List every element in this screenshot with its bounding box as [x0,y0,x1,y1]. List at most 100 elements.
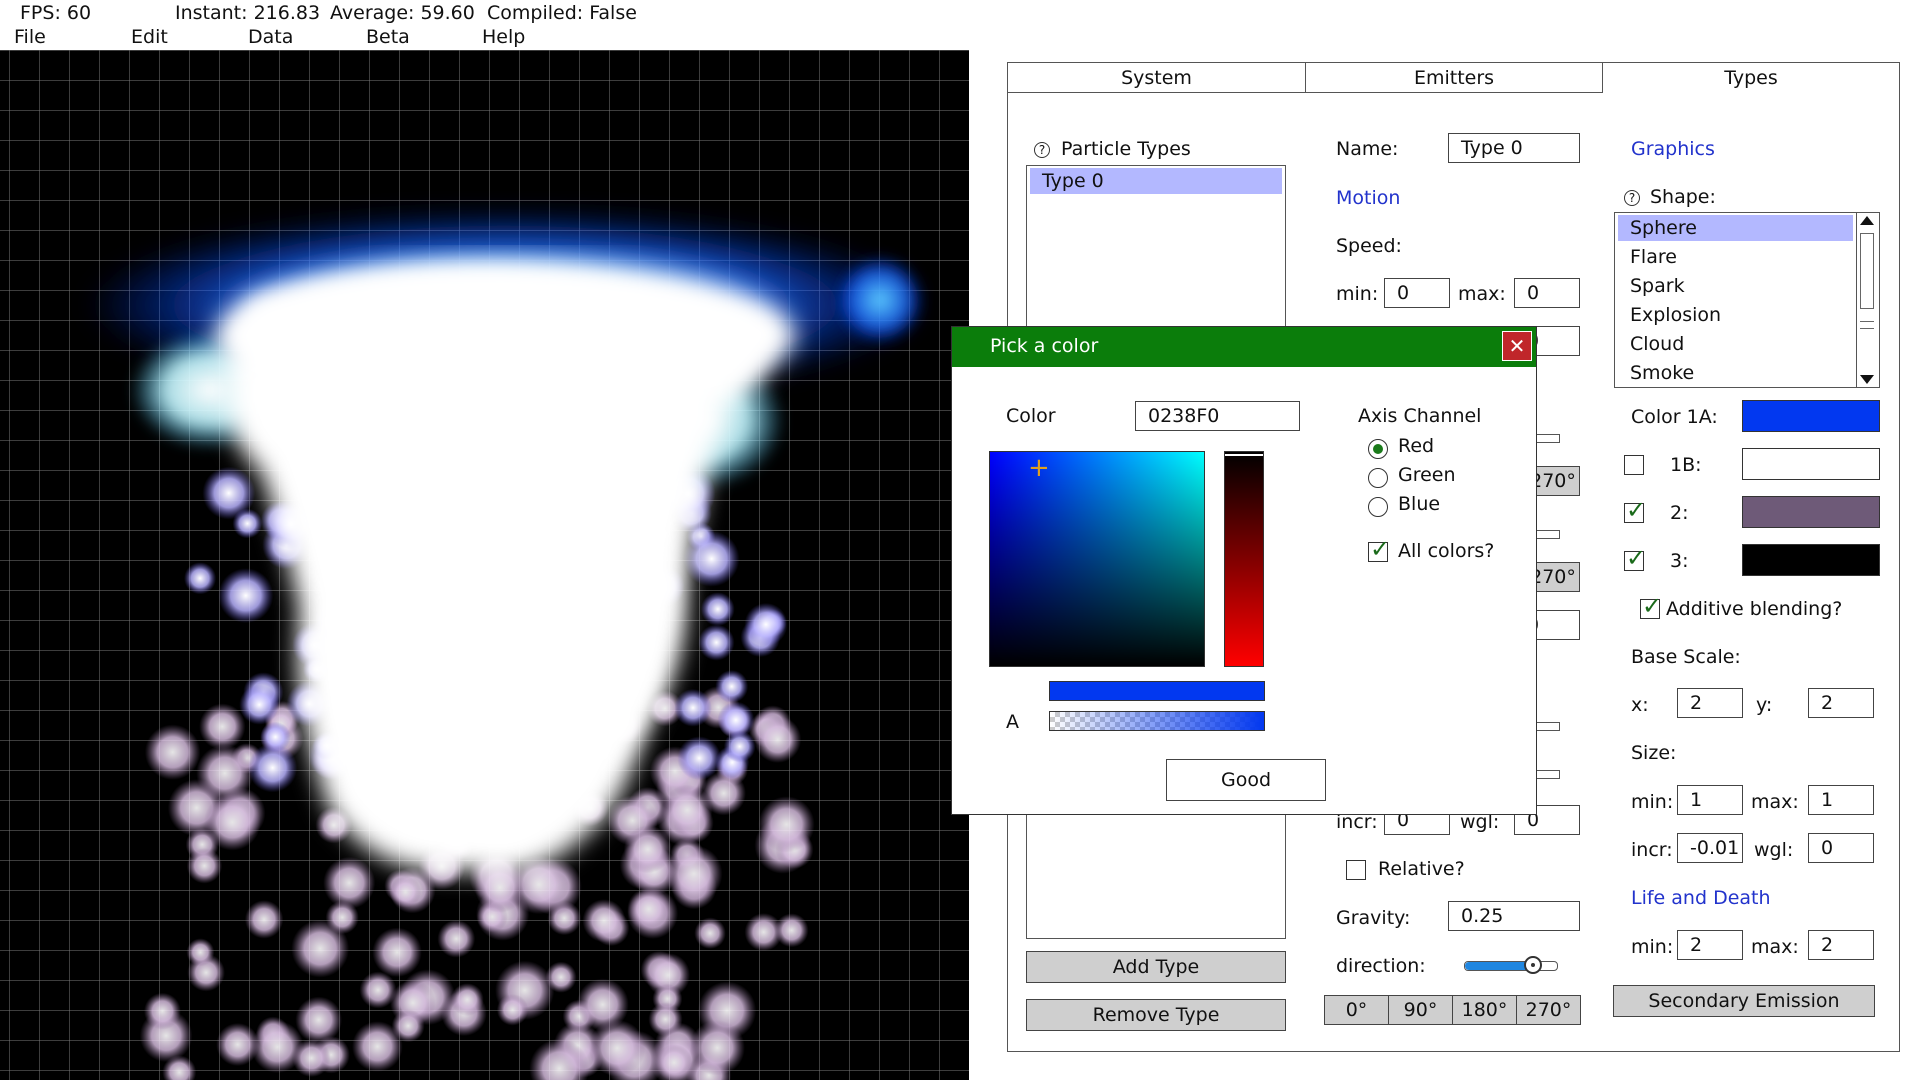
particle-dot [325,900,359,935]
name-field[interactable]: Type 0 [1448,133,1580,163]
list-item[interactable]: Explosion [1618,302,1853,328]
particle-dot [623,825,672,874]
direction-90-button[interactable]: 90° [1388,995,1453,1025]
color-3-label: 3: [1670,550,1689,572]
menu-help[interactable]: Help [482,26,525,48]
tab-types[interactable]: Types [1603,63,1899,93]
blue-radio[interactable] [1368,497,1388,517]
particle-dot [700,592,735,626]
additive-blending-checkbox[interactable]: ✓ [1640,592,1662,620]
color-3-swatch[interactable] [1742,544,1880,576]
particle-dot [203,793,261,851]
crosshair-icon: + [1028,453,1050,483]
particle-dot [186,938,215,967]
size-wgl-field[interactable]: 0 [1808,833,1874,863]
particle-dot [437,919,476,958]
life-min-field[interactable]: 2 [1677,930,1743,960]
size-max-field[interactable]: 1 [1808,785,1874,815]
scroll-grip-icon [1860,321,1874,329]
color-1b-checkbox[interactable] [1624,455,1644,475]
size-incr-field[interactable]: -0.01 [1677,833,1743,863]
scroll-thumb[interactable] [1860,233,1874,309]
scroll-up-icon[interactable] [1860,216,1874,225]
particle-dot [758,796,815,853]
list-item[interactable]: Sphere [1618,215,1853,241]
list-item[interactable]: Flare [1618,244,1853,270]
color-2-swatch[interactable] [1742,496,1880,528]
average-readout: Average: 59.60 [330,2,475,24]
add-type-button[interactable]: Add Type [1026,951,1286,983]
list-item[interactable]: Type 0 [1030,168,1282,194]
particle-dot [723,730,756,763]
relative-checkbox[interactable] [1346,860,1366,880]
list-item[interactable]: Spark [1618,273,1853,299]
particle-dot [662,784,713,836]
secondary-emission-button[interactable]: Secondary Emission [1613,985,1875,1017]
direction-180-button[interactable]: 180° [1452,995,1517,1025]
scale-y-label: y: [1756,694,1773,716]
particle-viewport[interactable] [0,50,969,1080]
particle-dot [372,927,422,978]
size-min-field[interactable]: 1 [1677,785,1743,815]
shape-label: Shape: [1650,186,1716,208]
menu-edit[interactable]: Edit [131,26,168,48]
name-label: Name: [1336,138,1399,160]
speed-max-field[interactable]: 0 [1514,278,1580,308]
dialog-title-bar[interactable]: Pick a color ✕ [952,327,1536,367]
particle-dot [186,848,223,884]
direction-slider[interactable] [1464,961,1558,971]
scale-x-field[interactable]: 2 [1677,688,1743,718]
particle-dot [588,1019,646,1077]
tab-emitters[interactable]: Emitters [1306,63,1603,93]
good-button[interactable]: Good [1166,759,1326,801]
particle-dot [694,917,726,949]
particle-dot [582,899,626,943]
color-hex-field[interactable]: 0238F0 [1135,401,1300,431]
size-max-label: max: [1751,791,1799,813]
menu-data[interactable]: Data [248,26,293,48]
gravity-field[interactable]: 0.25 [1448,901,1580,931]
scale-y-field[interactable]: 2 [1808,688,1874,718]
menu-beta[interactable]: Beta [366,26,410,48]
particle-dot [744,602,788,647]
axis-channel-label: Axis Channel [1358,405,1482,427]
direction-slider-knob[interactable] [1524,956,1542,974]
scroll-down-icon[interactable] [1860,375,1874,384]
particle-dot [199,703,246,750]
help-icon[interactable]: ? [1624,190,1640,206]
color-1b-swatch[interactable] [1742,448,1880,480]
shape-list[interactable]: Sphere Flare Spark Explosion Cloud Smoke [1614,212,1880,388]
blue-radio-label: Blue [1398,493,1441,515]
green-radio[interactable] [1368,468,1388,488]
color-2-checkbox[interactable]: ✓ [1624,496,1646,524]
color-1a-swatch[interactable] [1742,400,1880,432]
red-channel-slider[interactable] [1224,451,1264,667]
close-icon[interactable]: ✕ [1502,331,1532,361]
particle-dot [545,961,577,993]
life-min-label: min: [1631,936,1674,958]
list-item[interactable]: Cloud [1618,331,1853,357]
particle-dot [244,900,284,939]
remove-type-button[interactable]: Remove Type [1026,999,1286,1031]
direction-0-button[interactable]: 0° [1324,995,1389,1025]
gravity-label: Gravity: [1336,907,1411,929]
tab-system[interactable]: System [1008,63,1306,93]
particle-dot [143,992,181,1030]
menu-file[interactable]: File [14,26,46,48]
help-icon[interactable]: ? [1034,142,1050,158]
red-radio[interactable] [1368,439,1388,459]
alpha-slider[interactable] [1049,711,1265,731]
color-field[interactable]: + [989,451,1205,667]
speed-min-field[interactable]: 0 [1384,278,1450,308]
shape-list-scrollbar[interactable] [1856,213,1879,387]
red-radio-label: Red [1398,435,1435,457]
direction-270-button[interactable]: 270° [1516,995,1581,1025]
size-incr-label: incr: [1631,839,1673,861]
particle-dot [665,845,723,903]
all-colors-checkbox[interactable]: ✓ [1368,535,1390,563]
channel-marker [1225,454,1263,456]
list-item[interactable]: Smoke [1618,360,1853,386]
color-3-checkbox[interactable]: ✓ [1624,544,1646,572]
life-max-field[interactable]: 2 [1808,930,1874,960]
particle-dot [689,1020,745,1076]
